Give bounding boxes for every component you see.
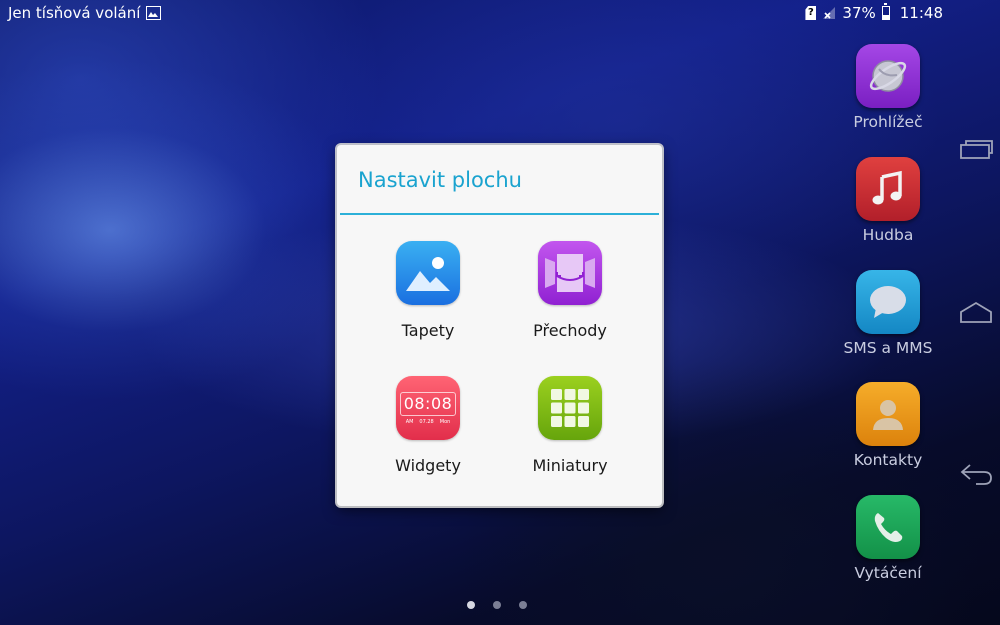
widget-am: AM bbox=[405, 418, 414, 425]
contact-person-icon bbox=[856, 382, 920, 446]
dock-label: Hudba bbox=[862, 226, 914, 244]
dock-item-browser[interactable]: Prohlížeč bbox=[838, 40, 938, 144]
option-widgets[interactable]: 08:08 AM 07.28 Mon Widgety bbox=[353, 376, 503, 496]
dock-label: Kontakty bbox=[853, 451, 923, 469]
dock-item-music[interactable]: Hudba bbox=[838, 153, 938, 257]
signal-off-icon bbox=[822, 6, 836, 20]
dock-label: SMS a MMS bbox=[843, 339, 933, 357]
home-button[interactable] bbox=[958, 297, 994, 327]
option-label: Tapety bbox=[401, 321, 455, 340]
back-icon bbox=[960, 464, 992, 485]
option-label: Přechody bbox=[533, 321, 607, 340]
option-transitions[interactable]: Přechody bbox=[495, 241, 645, 361]
page-indicator bbox=[467, 601, 527, 609]
sim-card-icon: ? bbox=[805, 6, 817, 20]
carrier-text: Jen tísňová volání bbox=[8, 4, 141, 22]
widget-clock-text: 08:08 bbox=[399, 391, 457, 416]
option-label: Miniatury bbox=[532, 456, 608, 475]
battery-icon bbox=[881, 3, 890, 20]
widget-date: 07.28 bbox=[419, 418, 434, 425]
music-note-icon bbox=[856, 157, 920, 221]
widget-day: Mon bbox=[439, 418, 451, 425]
dock-item-dialer[interactable]: Vytáčení bbox=[838, 491, 938, 595]
clock-time: 11:48 bbox=[899, 4, 943, 22]
dock-item-messages[interactable]: SMS a MMS bbox=[838, 266, 938, 370]
recent-apps-icon bbox=[960, 140, 993, 159]
widget-clock-subline: AM 07.28 Mon bbox=[406, 419, 451, 425]
status-left: Jen tísňová volání bbox=[8, 4, 162, 22]
back-button[interactable] bbox=[958, 459, 994, 489]
set-homescreen-dialog: Nastavit plochu Tapety Přechody 08:08 AM… bbox=[337, 145, 662, 506]
recent-apps-button[interactable] bbox=[958, 134, 994, 164]
phone-handset-icon bbox=[856, 495, 920, 559]
dock-item-contacts[interactable]: Kontakty bbox=[838, 378, 938, 482]
transition-effect-icon bbox=[538, 241, 602, 305]
option-label: Widgety bbox=[395, 456, 461, 475]
dialog-divider bbox=[340, 213, 659, 215]
dock-label: Prohlížeč bbox=[853, 113, 923, 131]
page-dot[interactable] bbox=[519, 601, 527, 609]
page-dot[interactable] bbox=[467, 601, 475, 609]
clock-widget-icon: 08:08 AM 07.28 Mon bbox=[396, 376, 460, 440]
status-right: ? 37% 11:48 bbox=[805, 3, 943, 22]
dock-label: Vytáčení bbox=[854, 564, 922, 582]
chat-bubble-icon bbox=[856, 270, 920, 334]
page-dot[interactable] bbox=[493, 601, 501, 609]
dialog-title: Nastavit plochu bbox=[358, 168, 522, 192]
battery-percent: 37% bbox=[842, 4, 876, 22]
option-wallpapers[interactable]: Tapety bbox=[353, 241, 503, 361]
option-thumbnails[interactable]: Miniatury bbox=[495, 376, 645, 496]
wallpaper-image-icon bbox=[396, 241, 460, 305]
grid-thumbnails-icon bbox=[538, 376, 602, 440]
home-screen: Jen tísňová volání ? 37% 11:48 Prohlížeč… bbox=[0, 0, 1000, 625]
image-notification-icon bbox=[146, 6, 162, 20]
home-icon bbox=[960, 301, 992, 323]
browser-globe-icon bbox=[856, 44, 920, 108]
navigation-bar bbox=[950, 0, 1000, 625]
status-bar: Jen tísňová volání ? 37% 11:48 bbox=[0, 0, 1000, 28]
